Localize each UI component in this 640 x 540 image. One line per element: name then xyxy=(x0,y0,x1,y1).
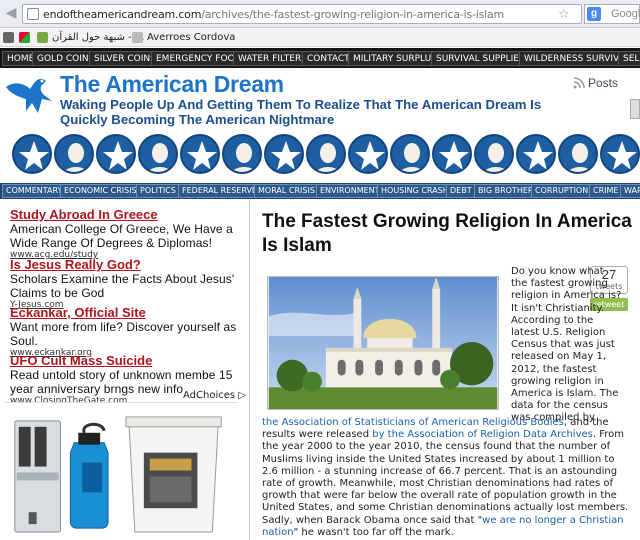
bookmarks-bar: شبهة حول القرآن - ... Averroes Cordova xyxy=(0,29,640,47)
portrait-medallion-icon xyxy=(138,134,178,174)
cat-federal-reserve[interactable]: FEDERAL RESERVE xyxy=(178,184,261,198)
star-medallion-icon xyxy=(432,134,472,174)
site-tagline: Waking People Up And Getting Them To Rea… xyxy=(60,97,542,127)
nav-contact[interactable]: CONTACT xyxy=(302,51,355,66)
site-header: The American Dream Waking People Up And … xyxy=(0,69,640,129)
star-medallion-icon xyxy=(600,134,640,174)
portrait-medallion-icon xyxy=(390,134,430,174)
nav-survival-supplies[interactable]: SURVIVAL SUPPLIES xyxy=(431,51,530,66)
bookmark-favicon-icon xyxy=(19,32,30,43)
bookmark-star-icon[interactable]: ☆ xyxy=(558,7,570,22)
eagle-logo-icon[interactable] xyxy=(4,73,54,117)
url-text: endoftheamericandream.com/archives/the-f… xyxy=(43,8,505,21)
adchoices-link[interactable]: AdChoices ▷ xyxy=(183,390,246,401)
bookmark-folder-icon[interactable] xyxy=(3,32,14,43)
cat-environment[interactable]: ENVIRONMENT xyxy=(316,184,384,198)
site-title[interactable]: The American Dream xyxy=(60,71,284,98)
cat-politics[interactable]: POLITICS xyxy=(136,184,180,198)
rss-icon xyxy=(573,77,585,89)
star-medallion-icon xyxy=(180,134,220,174)
portrait-medallion-icon xyxy=(558,134,598,174)
browser-toolbar: ◀ endoftheamericandream.com/archives/the… xyxy=(0,0,640,28)
bookmark-site-icon xyxy=(37,32,48,43)
page-icon xyxy=(27,8,39,20)
bookmark-page-icon xyxy=(132,32,143,43)
ad-title[interactable]: Study Abroad In Greece xyxy=(10,207,242,222)
posts-label: Posts xyxy=(588,76,619,90)
portrait-medallion-icon xyxy=(306,134,346,174)
nav-water-filters[interactable]: WATER FILTERS xyxy=(233,51,312,66)
cat-corruption[interactable]: CORRUPTION xyxy=(531,184,593,198)
ad-block: Eckankar, Official Site Want more from l… xyxy=(10,305,242,358)
ad-description: Scholars Examine the Facts About Jesus' … xyxy=(10,272,235,300)
cat-moral-crisis[interactable]: MORAL CRISIS xyxy=(254,184,319,198)
star-medallion-icon xyxy=(264,134,304,174)
ad-title[interactable]: UFO Cult Mass Suicide xyxy=(10,353,242,368)
adchoices-icon: ▷ xyxy=(238,390,246,401)
google-icon: g xyxy=(587,7,601,21)
top-navigation: HOME GOLD COINS SILVER COINS EMERGENCY F… xyxy=(0,48,640,68)
presidents-banner xyxy=(0,130,640,182)
star-medallion-icon xyxy=(516,134,556,174)
page: ◀ endoftheamericandream.com/archives/the… xyxy=(0,0,640,540)
search-engine-label: Google xyxy=(611,8,640,20)
article-intro-text: Do you know what the fastest growing rel… xyxy=(511,266,622,424)
cat-housing-crash[interactable]: HOUSING CRASH xyxy=(377,184,453,198)
address-bar[interactable]: endoftheamericandream.com/archives/the-f… xyxy=(22,4,593,24)
nav-self[interactable]: SELF xyxy=(618,51,640,66)
article-title[interactable]: The Fastest Growing Religion In America … xyxy=(262,210,632,258)
ad-block: Study Abroad In Greece American College … xyxy=(10,207,242,260)
search-box[interactable]: g Google xyxy=(584,4,640,24)
portrait-medallion-icon xyxy=(222,134,262,174)
cat-big-brother[interactable]: BIG BROTHER xyxy=(474,184,538,198)
cat-economic-crisis[interactable]: ECONOMIC CRISIS xyxy=(60,184,141,198)
cat-debt[interactable]: DEBT xyxy=(446,184,476,198)
article-link[interactable]: by the Association of Religion Data Arch… xyxy=(372,429,593,440)
article-body-text: the Association of Statisticians of Amer… xyxy=(262,417,629,538)
portrait-medallion-icon xyxy=(474,134,514,174)
ad-title[interactable]: Eckankar, Official Site xyxy=(10,305,242,320)
bookmark-1[interactable]: شبهة حول القرآن - ... xyxy=(52,32,144,43)
cat-war[interactable]: WAR xyxy=(620,184,640,198)
cat-commentary[interactable]: COMMENTARY xyxy=(2,184,67,198)
ad-description: American College Of Greece, We Have a Wi… xyxy=(10,222,233,250)
star-medallion-icon xyxy=(96,134,136,174)
back-icon[interactable]: ◀ xyxy=(3,5,19,21)
star-medallion-icon xyxy=(348,134,388,174)
category-navigation: COMMENTARY ECONOMIC CRISIS POLITICS FEDE… xyxy=(0,183,640,199)
ad-description: Want more from life? Discover yourself a… xyxy=(10,320,237,348)
nav-military-surplus[interactable]: MILITARY SURPLUS xyxy=(348,51,442,66)
cat-crime[interactable]: CRIME xyxy=(589,184,623,198)
column-divider xyxy=(249,200,250,540)
side-tab[interactable] xyxy=(630,99,640,119)
survival-products-ad[interactable] xyxy=(4,402,238,540)
ad-block: Is Jesus Really God? Scholars Examine th… xyxy=(10,257,242,310)
article-link[interactable]: the Association of Statisticians of Amer… xyxy=(262,417,564,428)
mosque-photo xyxy=(267,276,499,410)
star-medallion-icon xyxy=(12,134,52,174)
portrait-medallion-icon xyxy=(54,134,94,174)
bookmark-2[interactable]: Averroes Cordova xyxy=(147,32,235,43)
posts-feed-link[interactable]: Posts xyxy=(573,76,619,90)
ad-title[interactable]: Is Jesus Really God? xyxy=(10,257,242,272)
